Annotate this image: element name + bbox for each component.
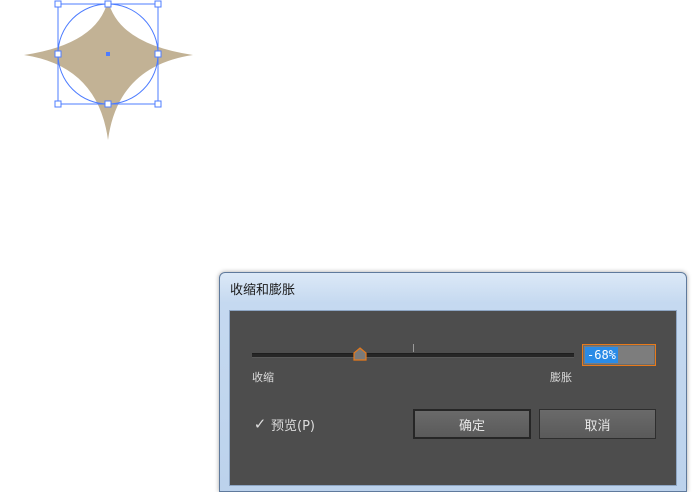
handle-top-center [104, 0, 112, 8]
percent-input-value: -68% [585, 347, 618, 363]
preview-label: 预览(P) [271, 418, 315, 434]
preview-checkbox[interactable]: ✓ 预览(P) [252, 415, 315, 434]
slider-center-tick [413, 344, 414, 352]
center-point [106, 52, 110, 56]
dialog-body: 收缩 膨胀 -68% ✓ 预览(P) 确定 取消 [229, 310, 677, 486]
slider-thumb[interactable] [353, 346, 367, 361]
dialog-title: 收缩和膨胀 [230, 283, 296, 298]
handle-bottom-left [54, 100, 62, 108]
handle-bottom-right [154, 100, 162, 108]
handle-top-left [54, 0, 62, 8]
cancel-button[interactable]: 取消 [539, 409, 656, 439]
star-shape[interactable] [24, 0, 193, 140]
canvas-artwork[interactable] [0, 0, 220, 160]
handle-top-right [154, 0, 162, 8]
ok-button[interactable]: 确定 [413, 409, 531, 439]
handle-middle-right [154, 50, 162, 58]
checkmark-icon: ✓ [253, 415, 267, 433]
handle-middle-left [54, 50, 62, 58]
pucker-bloat-dialog: 收缩和膨胀 收缩 膨胀 -68% ✓ 预览(P) 确定 取消 [219, 272, 687, 492]
slider-label-bloat: 膨胀 [550, 371, 572, 384]
slider-label-pucker: 收缩 [252, 371, 274, 384]
slider-track[interactable] [252, 353, 574, 358]
handle-bottom-center [104, 100, 112, 108]
percent-input[interactable]: -68% [582, 344, 656, 366]
